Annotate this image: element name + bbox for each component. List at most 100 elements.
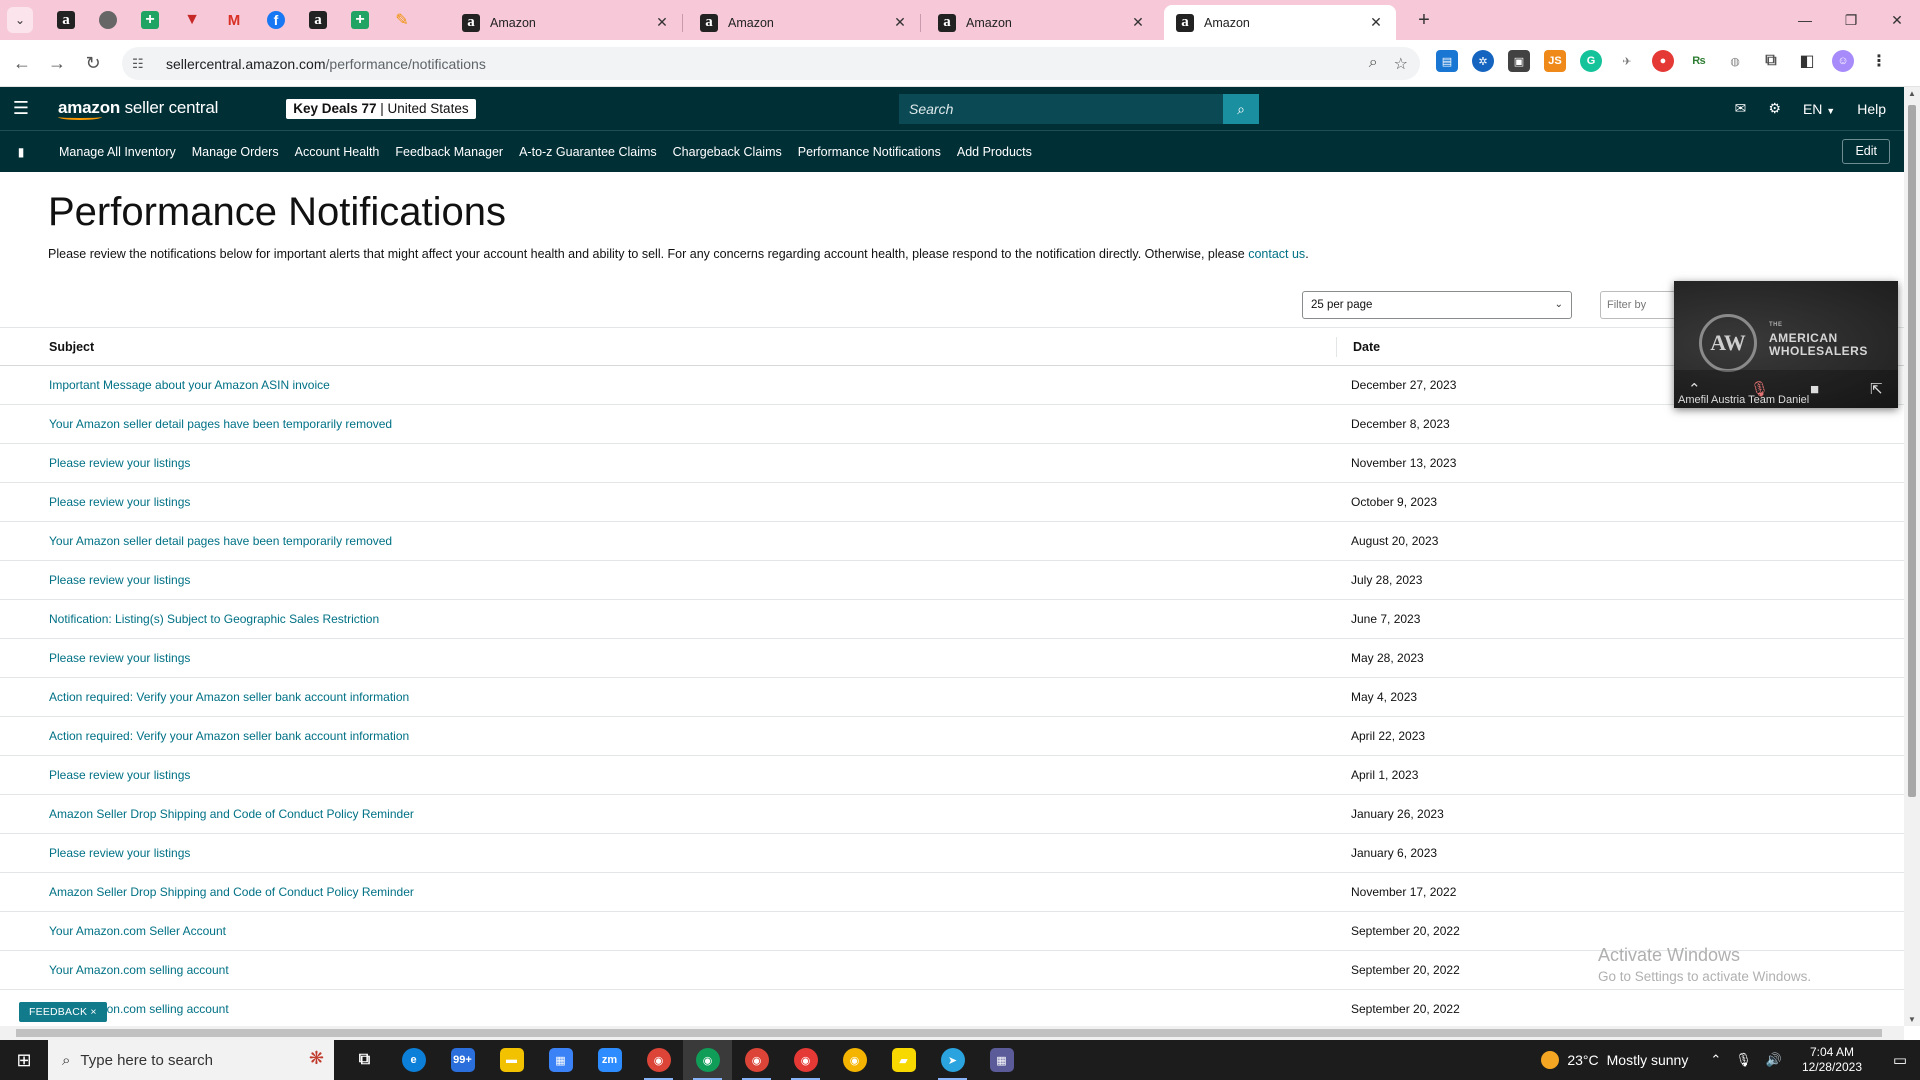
taskbar-app-chrome-active[interactable]: ◉ bbox=[683, 1040, 732, 1080]
bookmark-icon[interactable]: ▮ bbox=[0, 145, 42, 159]
pinned-tab-shield[interactable]: ▼ bbox=[171, 0, 213, 40]
extension-icon[interactable]: ▣ bbox=[1508, 50, 1530, 72]
browser-tab[interactable]: Amazon ✕ bbox=[450, 5, 683, 40]
kebab-menu-icon[interactable]: ⋮ bbox=[1868, 50, 1890, 72]
notification-subject-link[interactable]: Please review your listings bbox=[49, 846, 1351, 860]
minimize-button[interactable]: — bbox=[1782, 0, 1828, 40]
notification-subject-link[interactable]: Amazon Seller Drop Shipping and Code of … bbox=[49, 807, 1351, 821]
task-view-button[interactable]: ⧉ bbox=[340, 1040, 389, 1080]
close-window-button[interactable]: ✕ bbox=[1874, 0, 1920, 40]
extension-icon[interactable]: ✈ bbox=[1616, 50, 1638, 72]
browser-tab[interactable]: Amazon ✕ bbox=[688, 5, 921, 40]
nav-link-performance-notifications[interactable]: Performance Notifications bbox=[798, 145, 941, 159]
taskbar-app-calculator[interactable]: ▦ bbox=[977, 1040, 1026, 1080]
nav-link-feedback-manager[interactable]: Feedback Manager bbox=[395, 145, 503, 159]
nav-link-chargeback-claims[interactable]: Chargeback Claims bbox=[673, 145, 782, 159]
taskbar-app-chrome[interactable]: ◉ bbox=[830, 1040, 879, 1080]
taskbar-app-edge[interactable]: e bbox=[389, 1040, 438, 1080]
scroll-up-icon[interactable]: ▲ bbox=[1904, 89, 1920, 98]
mail-icon[interactable]: ✉ bbox=[1735, 100, 1747, 117]
taskbar-app-zoom[interactable]: zm bbox=[585, 1040, 634, 1080]
nav-link-account-health[interactable]: Account Health bbox=[295, 145, 380, 159]
pinned-tab-gmail[interactable]: M bbox=[213, 0, 255, 40]
help-link[interactable]: Help bbox=[1857, 101, 1886, 117]
notification-subject-link[interactable]: Please review your listings bbox=[49, 495, 1351, 509]
close-icon[interactable]: ✕ bbox=[1368, 14, 1384, 31]
horizontal-scrollbar[interactable] bbox=[0, 1026, 1904, 1040]
taskbar-clock[interactable]: 7:04 AM 12/28/2023 bbox=[1802, 1045, 1862, 1075]
browser-tab[interactable]: Amazon ✕ bbox=[926, 5, 1158, 40]
gear-icon[interactable]: ⚙ bbox=[1768, 100, 1781, 117]
pinned-tab-facebook[interactable] bbox=[255, 0, 297, 40]
notification-subject-link[interactable]: Please review your listings bbox=[49, 651, 1351, 665]
taskbar-search[interactable]: ⌕ Type here to search ❋ bbox=[48, 1040, 334, 1080]
pinned-tab-amazon-2[interactable] bbox=[297, 0, 339, 40]
notification-subject-link[interactable]: Please review your listings bbox=[49, 573, 1351, 587]
feedback-button[interactable]: FEEDBACK × bbox=[19, 1002, 107, 1022]
speaker-icon[interactable]: 🔊 bbox=[1766, 1052, 1782, 1068]
extension-icon[interactable]: ● bbox=[1652, 50, 1674, 72]
notification-subject-link[interactable]: Action required: Verify your Amazon sell… bbox=[49, 729, 1351, 743]
pinned-tab-amazon[interactable] bbox=[45, 0, 87, 40]
hamburger-menu-button[interactable]: ☰ bbox=[0, 87, 42, 130]
site-info-icon[interactable]: ☷ bbox=[132, 56, 152, 72]
chevron-up-icon[interactable]: ⌃ bbox=[1710, 1052, 1721, 1068]
taskbar-app-chrome[interactable]: ◉ bbox=[732, 1040, 781, 1080]
pinned-tab-sheets-2[interactable] bbox=[339, 0, 381, 40]
taskbar-app-mail[interactable]: 99+ bbox=[438, 1040, 487, 1080]
taskbar-app-chrome[interactable]: ◉ bbox=[634, 1040, 683, 1080]
avatar[interactable]: ☺ bbox=[1832, 50, 1854, 72]
notification-subject-link[interactable]: Please review your listings bbox=[49, 768, 1351, 782]
globe-icon[interactable]: ◍ bbox=[1724, 50, 1746, 72]
url-text[interactable]: sellercentral.amazon.com/performance/not… bbox=[166, 56, 486, 72]
pinned-tab-pen[interactable]: ✎ bbox=[381, 0, 423, 40]
restore-button[interactable]: ❐ bbox=[1828, 0, 1874, 40]
nav-link-a-to-z-claims[interactable]: A-to-z Guarantee Claims bbox=[519, 145, 657, 159]
taskbar-app-sticky-notes[interactable]: ▰ bbox=[879, 1040, 928, 1080]
close-icon[interactable]: ✕ bbox=[1130, 14, 1146, 31]
nav-link-manage-orders[interactable]: Manage Orders bbox=[192, 145, 279, 159]
nav-link-manage-inventory[interactable]: Manage All Inventory bbox=[59, 145, 176, 159]
popout-icon[interactable]: ⇱ bbox=[1870, 380, 1883, 398]
scrollbar-thumb[interactable] bbox=[1908, 105, 1916, 797]
search-button[interactable]: ⌕ bbox=[1223, 94, 1259, 124]
start-button[interactable]: ⊞ bbox=[0, 1040, 48, 1080]
notification-subject-link[interactable]: Your Amazon.com Seller Account bbox=[49, 924, 1351, 938]
taskbar-app-chrome[interactable]: ◉ bbox=[781, 1040, 830, 1080]
weather-widget[interactable]: 23°C Mostly sunny bbox=[1541, 1051, 1688, 1069]
extension-icon[interactable]: ✲ bbox=[1472, 50, 1494, 72]
notification-subject-link[interactable]: Please review your listings bbox=[49, 456, 1351, 470]
notification-subject-link[interactable]: Your Amazon seller detail pages have bee… bbox=[49, 534, 1351, 548]
puzzle-icon[interactable]: ⧉ bbox=[1760, 50, 1782, 72]
pinned-tab-sheets[interactable] bbox=[129, 0, 171, 40]
search-input[interactable]: Search bbox=[899, 94, 1223, 124]
scrollbar-thumb[interactable] bbox=[16, 1029, 1882, 1037]
notification-subject-link[interactable]: Your Amazon seller detail pages have bee… bbox=[49, 417, 1351, 431]
edit-nav-button[interactable]: Edit bbox=[1842, 139, 1890, 164]
notification-subject-link[interactable]: Notification: Listing(s) Subject to Geog… bbox=[49, 612, 1351, 626]
microphone-icon[interactable]: 🎙 bbox=[1735, 1052, 1752, 1068]
forward-button[interactable]: → bbox=[44, 50, 70, 76]
notification-subject-link[interactable]: Action required: Verify your Amazon sell… bbox=[49, 690, 1351, 704]
grammarly-icon[interactable]: G bbox=[1580, 50, 1602, 72]
extension-icon[interactable]: ▤ bbox=[1436, 50, 1458, 72]
address-bar[interactable]: ☷ sellercentral.amazon.com/performance/n… bbox=[122, 47, 1420, 80]
close-icon[interactable]: ✕ bbox=[892, 14, 908, 31]
close-icon[interactable]: ✕ bbox=[654, 14, 670, 31]
side-panel-icon[interactable]: ◧ bbox=[1796, 50, 1818, 72]
camera-icon[interactable]: ■ bbox=[1810, 381, 1819, 398]
store-switcher[interactable]: Key Deals 77 | United States bbox=[286, 98, 476, 119]
new-tab-button[interactable]: + bbox=[1411, 8, 1437, 34]
pinned-tab-globe[interactable] bbox=[87, 0, 129, 40]
reload-button[interactable]: ↻ bbox=[80, 50, 106, 76]
bookmark-star-icon[interactable]: ☆ bbox=[1394, 54, 1408, 74]
notification-subject-link[interactable]: Your Amazon.com selling account bbox=[49, 1002, 1351, 1016]
notification-subject-link[interactable]: Your Amazon.com selling account bbox=[49, 963, 1351, 977]
notification-subject-link[interactable]: Important Message about your Amazon ASIN… bbox=[49, 378, 1351, 392]
taskbar-app-store[interactable]: ▦ bbox=[536, 1040, 585, 1080]
taskbar-app-explorer[interactable]: ▬ bbox=[487, 1040, 536, 1080]
extension-icon[interactable]: JS bbox=[1544, 50, 1566, 72]
back-button[interactable]: ← bbox=[9, 50, 35, 76]
per-page-select[interactable]: 25 per page ⌄ bbox=[1302, 291, 1572, 319]
video-call-overlay[interactable]: AW THE AMERICAN WHOLESALERS ⌃ 🎙 ■ ⇱ Amef… bbox=[1674, 281, 1898, 408]
